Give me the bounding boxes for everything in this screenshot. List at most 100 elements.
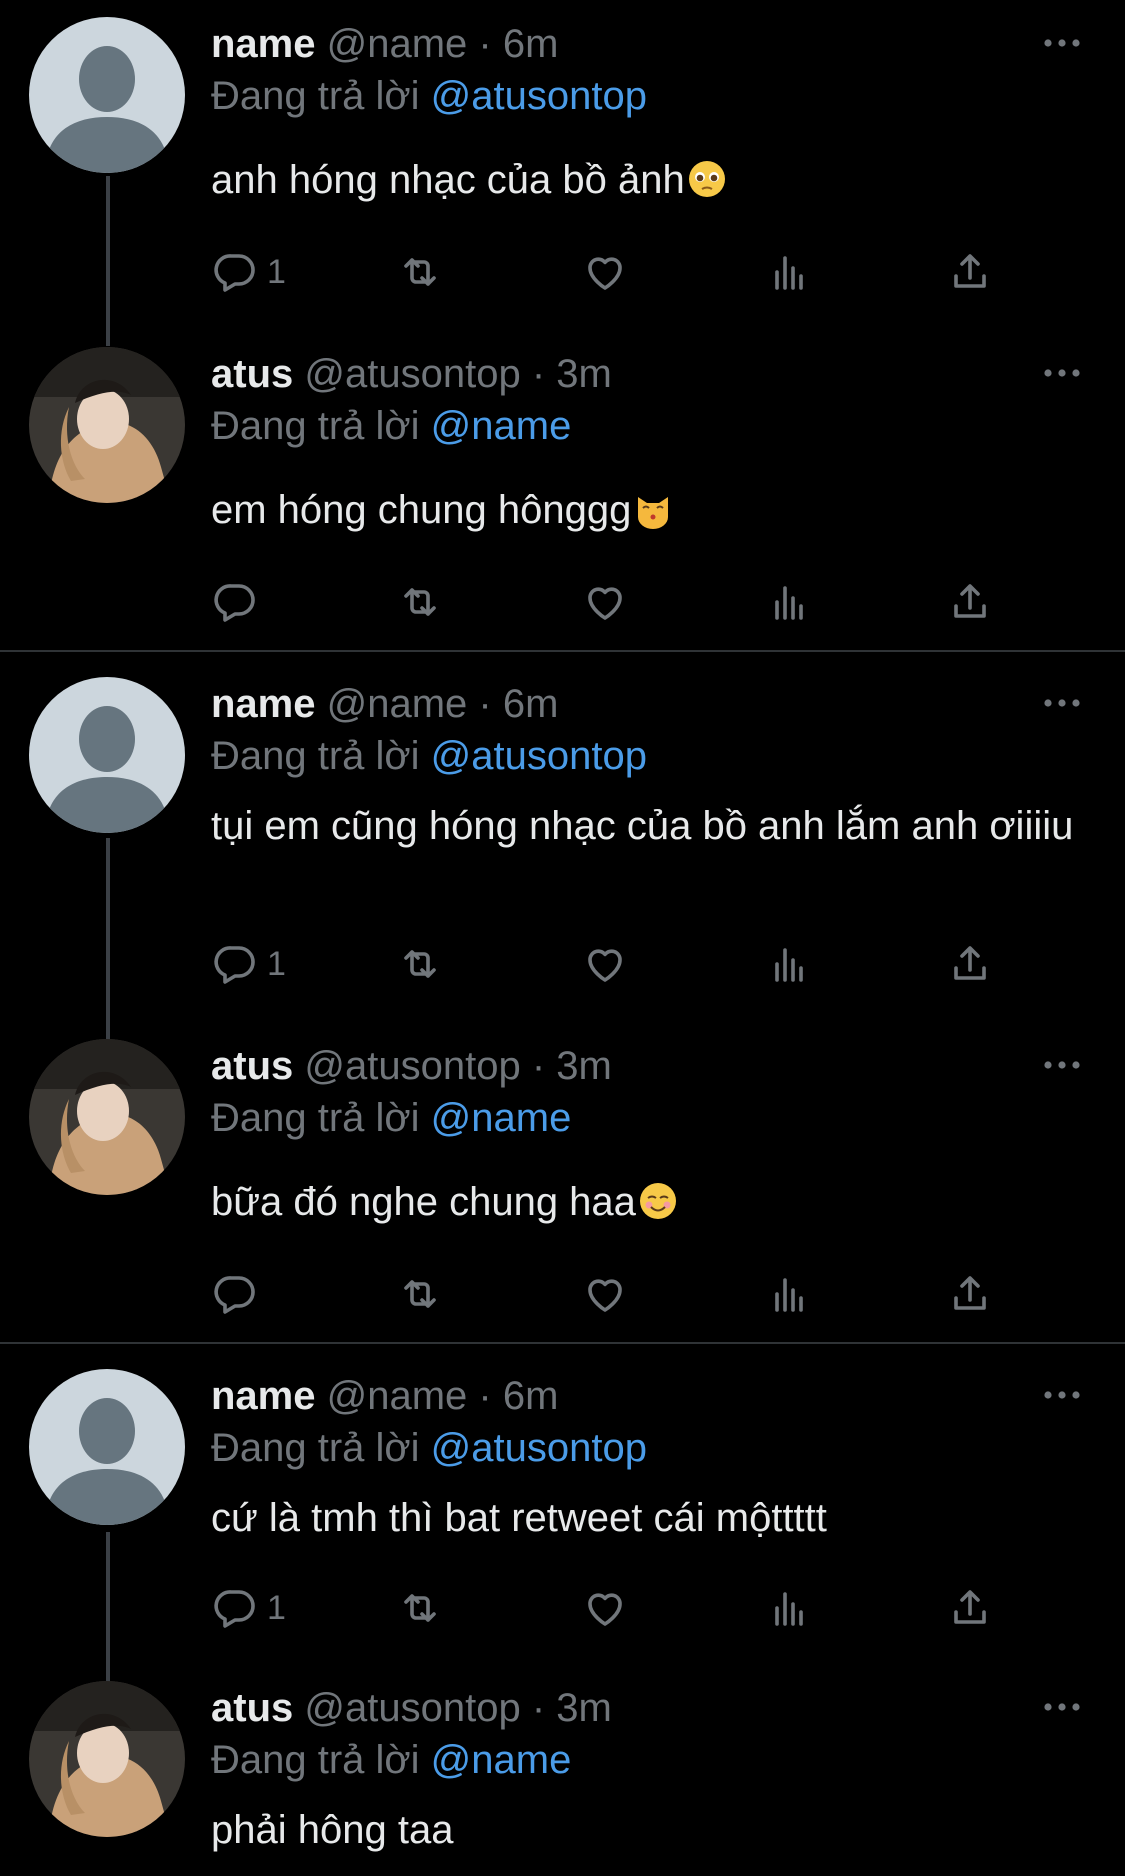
reply-count: 1 (267, 252, 286, 291)
retweet-button[interactable] (396, 1578, 444, 1638)
share-icon (946, 940, 994, 988)
mention-link[interactable]: @name (431, 1096, 572, 1140)
like-icon (581, 248, 629, 296)
share-button[interactable] (946, 572, 994, 632)
replying-to: Đang trả lời @atusontop (211, 70, 647, 122)
tweet-text: em hóng chung hônggg (211, 484, 1085, 536)
mention-link[interactable]: @name (431, 1738, 572, 1782)
timestamp[interactable]: 6m (503, 1374, 559, 1418)
analytics-icon (765, 248, 813, 296)
analytics-button[interactable] (765, 934, 813, 994)
share-button[interactable] (946, 934, 994, 994)
author-handle[interactable]: @atusontop (304, 1686, 520, 1730)
timestamp[interactable]: 3m (556, 1686, 612, 1730)
separator-dot: · (478, 1374, 492, 1418)
share-icon (946, 578, 994, 626)
retweet-button[interactable] (396, 934, 444, 994)
more-icon[interactable] (1040, 1692, 1084, 1722)
replying-to: Đang trả lời @atusontop (211, 730, 647, 782)
analytics-button[interactable] (765, 572, 813, 632)
avatar[interactable] (29, 1369, 185, 1525)
more-icon[interactable] (1040, 1380, 1084, 1410)
author-handle[interactable]: @atusontop (304, 352, 520, 396)
analytics-button[interactable] (765, 242, 813, 302)
like-icon (581, 940, 629, 988)
divider (0, 1342, 1125, 1344)
tweet[interactable]: name @name · 6m Đang trả lời @atusontop … (0, 0, 1125, 330)
tweet-header: name @name · 6m (211, 678, 558, 730)
like-button[interactable] (581, 1264, 629, 1324)
timestamp[interactable]: 6m (503, 682, 559, 726)
reply-button[interactable]: 1 (211, 1578, 286, 1638)
more-icon[interactable] (1040, 28, 1084, 58)
avatar[interactable] (29, 17, 185, 173)
mention-link[interactable]: @atusontop (431, 74, 647, 118)
analytics-icon (765, 1584, 813, 1632)
replying-to-label: Đang trả lời (211, 404, 420, 448)
reply-button[interactable] (211, 1264, 259, 1324)
retweet-button[interactable] (396, 242, 444, 302)
timestamp[interactable]: 6m (503, 22, 559, 66)
tweet-text-content: anh hóng nhạc của bồ ảnh (211, 158, 685, 202)
reply-button[interactable]: 1 (211, 242, 286, 302)
author-name[interactable]: atus (211, 1686, 293, 1730)
author-name[interactable]: name (211, 682, 316, 726)
like-button[interactable] (581, 1578, 629, 1638)
more-icon[interactable] (1040, 358, 1084, 388)
action-bar: 1 (211, 242, 1001, 302)
avatar[interactable] (29, 677, 185, 833)
tweet-header: name @name · 6m (211, 18, 558, 70)
author-handle[interactable]: @name (327, 682, 468, 726)
share-icon (946, 1270, 994, 1318)
separator-dot: · (531, 352, 546, 396)
tweet-text: anh hóng nhạc của bồ ảnh (211, 154, 1085, 206)
tweet-text-content: cứ là tmh thì bat retweet cái mộttttt (211, 1496, 827, 1540)
like-icon (581, 1270, 629, 1318)
tweet[interactable]: atus @atusontop · 3m Đang trả lời @name … (0, 1022, 1125, 1342)
share-button[interactable] (946, 1578, 994, 1638)
more-icon[interactable] (1040, 1050, 1084, 1080)
mention-link[interactable]: @atusontop (431, 1426, 647, 1470)
like-button[interactable] (581, 572, 629, 632)
reply-button[interactable]: 1 (211, 934, 286, 994)
more-icon[interactable] (1040, 688, 1084, 718)
analytics-button[interactable] (765, 1578, 813, 1638)
like-button[interactable] (581, 934, 629, 994)
mention-link[interactable]: @name (431, 404, 572, 448)
tweet[interactable]: name @name · 6m Đang trả lời @atusontop … (0, 660, 1125, 1022)
separator-dot: · (478, 682, 492, 726)
retweet-button[interactable] (396, 1264, 444, 1324)
reply-button[interactable] (211, 572, 259, 632)
author-name[interactable]: atus (211, 352, 293, 396)
timestamp[interactable]: 3m (556, 352, 612, 396)
separator-dot: · (478, 22, 492, 66)
author-name[interactable]: atus (211, 1044, 293, 1088)
tweet-text-content: bữa đó nghe chung haa (211, 1180, 636, 1224)
avatar[interactable] (29, 1681, 185, 1837)
analytics-button[interactable] (765, 1264, 813, 1324)
replying-to: Đang trả lời @name (211, 400, 571, 452)
tweet-header: atus @atusontop · 3m (211, 1040, 612, 1092)
tweet[interactable]: atus @atusontop · 3m Đang trả lời @name … (0, 330, 1125, 650)
action-bar: 1 (211, 934, 1001, 994)
share-button[interactable] (946, 242, 994, 302)
author-handle[interactable]: @name (327, 22, 468, 66)
replying-to-label: Đang trả lời (211, 1738, 420, 1782)
author-handle[interactable]: @atusontop (304, 1044, 520, 1088)
share-button[interactable] (946, 1264, 994, 1324)
tweet[interactable]: atus @atusontop · 3m Đang trả lời @name … (0, 1664, 1125, 1876)
author-name[interactable]: name (211, 1374, 316, 1418)
tweet[interactable]: name @name · 6m Đang trả lời @atusontop … (0, 1352, 1125, 1662)
timestamp[interactable]: 3m (556, 1044, 612, 1088)
avatar[interactable] (29, 1039, 185, 1195)
retweet-button[interactable] (396, 572, 444, 632)
author-name[interactable]: name (211, 22, 316, 66)
like-button[interactable] (581, 242, 629, 302)
avatar[interactable] (29, 347, 185, 503)
mention-link[interactable]: @atusontop (431, 734, 647, 778)
action-bar: 1 (211, 1578, 1001, 1638)
reply-icon (211, 1584, 259, 1632)
author-handle[interactable]: @name (327, 1374, 468, 1418)
share-icon (946, 1584, 994, 1632)
analytics-icon (765, 940, 813, 988)
